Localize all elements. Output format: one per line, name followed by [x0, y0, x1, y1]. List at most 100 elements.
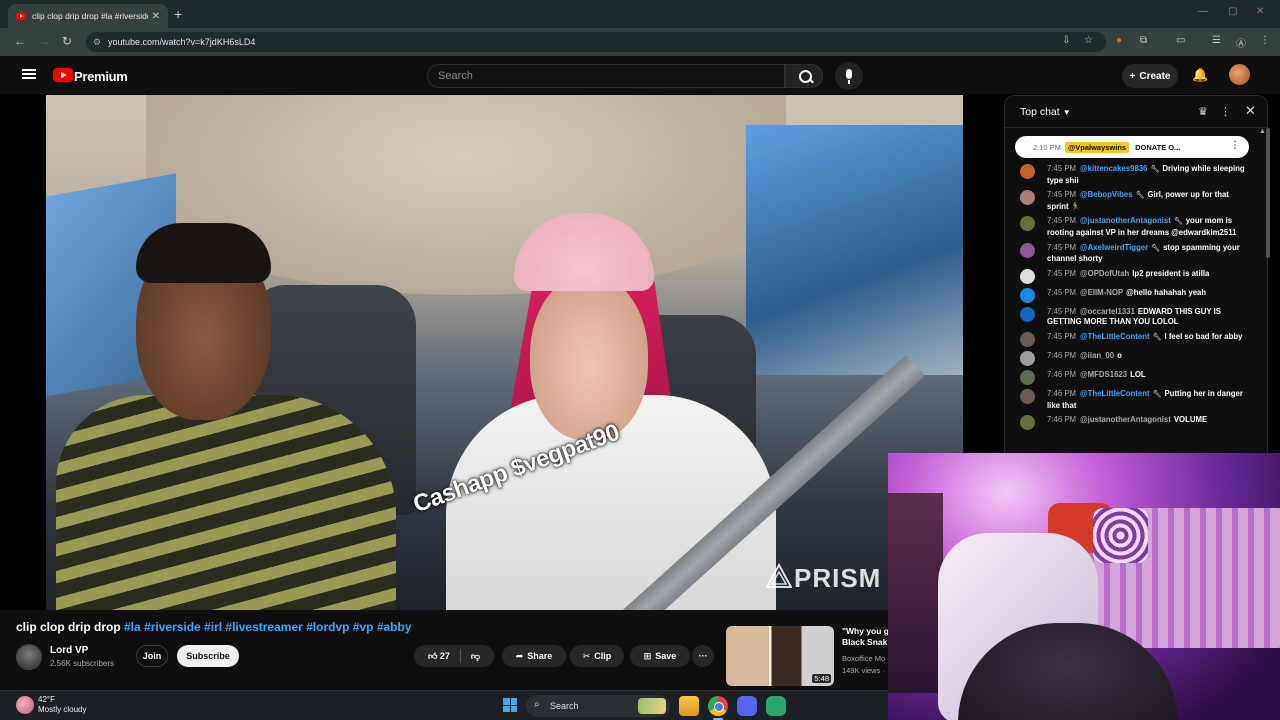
chat-message-author[interactable]: @justanotherAntagonist [1080, 415, 1171, 424]
pinned-author[interactable]: @Vpalwayswins [1064, 141, 1130, 153]
like-button[interactable]: 👍︎ 27 [428, 651, 450, 662]
close-window-icon[interactable]: ✕ [1256, 6, 1264, 17]
video-player[interactable]: Cashapp $vegpat90 PRISM [46, 95, 963, 610]
chat-message-author[interactable]: @occartel1331 [1080, 307, 1135, 316]
new-tab-icon[interactable]: + [174, 6, 182, 22]
weather-temperature[interactable]: 42°F [38, 695, 55, 704]
recommended-video-title[interactable]: "Why you g Black Snak [842, 626, 888, 648]
profile-icon[interactable]: Ⓐ [1236, 35, 1246, 50]
chat-author-avatar[interactable] [1020, 216, 1035, 232]
chat-message-author[interactable]: @AxelweirdTigger [1080, 243, 1148, 252]
thumbs-down-icon[interactable]: 👎︎ [471, 651, 480, 662]
extension-icon[interactable]: ● [1116, 35, 1122, 46]
weather-description[interactable]: Mostly cloudy [38, 705, 86, 714]
file-explorer-icon[interactable] [679, 696, 699, 716]
forward-icon[interactable]: → [38, 34, 50, 48]
site-info-icon[interactable]: ⚙ [93, 37, 101, 48]
chat-message[interactable]: 7:45 PM @AxelweirdTigger 🔧︎ stop spamming y… [1005, 241, 1257, 267]
create-label: Create [1139, 70, 1171, 82]
weather-icon[interactable] [16, 696, 34, 714]
video-title: clip clop drip drop #la #riverside #irl … [16, 620, 412, 634]
browser-tab[interactable]: clip clop drip drop #la #riverside ✕ [8, 4, 168, 28]
chat-scrollbar[interactable] [1266, 128, 1270, 258]
channel-name[interactable]: Lord VP [50, 645, 88, 656]
chat-header: Top chat ▼ ♛ ⋮ ✕ [1005, 96, 1267, 128]
chat-message[interactable]: 7:46 PM @iian_00 o [1005, 349, 1257, 368]
crown-icon[interactable]: ♛ [1198, 105, 1208, 118]
chat-author-avatar[interactable] [1020, 268, 1035, 284]
search-input[interactable]: Search [427, 64, 785, 88]
browser-menu-icon[interactable]: ⋮ [1260, 35, 1270, 46]
chat-message[interactable]: 7:45 PM @occartel1331 EDWARD THIS GUY IS G… [1005, 305, 1257, 330]
chat-author-avatar[interactable] [1020, 388, 1035, 404]
windows-start-icon[interactable] [503, 698, 517, 712]
youtube-premium-logo-text[interactable]: Premium [74, 69, 128, 84]
reload-icon[interactable]: ↻ [62, 34, 72, 48]
save-button[interactable]: ⊞ Save [630, 645, 690, 667]
chat-message-author[interactable]: @kittencakes9836 [1080, 164, 1147, 173]
chat-author-avatar[interactable] [1020, 415, 1035, 431]
subscribe-button[interactable]: Subscribe [177, 645, 239, 667]
chat-message-author[interactable]: @OPDofUtah [1080, 269, 1129, 278]
chat-mode-dropdown[interactable]: Top chat ▼ [1020, 106, 1071, 118]
account-avatar[interactable] [1229, 64, 1250, 85]
chat-message-author[interactable]: @justanotherAntagonist [1080, 216, 1171, 225]
chat-message-author[interactable]: @MFDS1623 [1080, 370, 1127, 379]
chat-author-avatar[interactable] [1020, 331, 1035, 347]
chat-message[interactable]: 7:46 PM @justanotherAntagonist VOLUME [1005, 413, 1257, 432]
sidebar-icon[interactable]: ☰ [1212, 35, 1221, 46]
chat-message[interactable]: 7:45 PM @EllM-NOP @hello hahahah yeah [1005, 286, 1257, 305]
recommended-video-thumbnail[interactable]: 5:48 [726, 626, 834, 686]
search-icon[interactable] [785, 64, 823, 88]
chat-author-avatar[interactable] [1020, 164, 1035, 179]
youtube-logo-icon[interactable] [53, 68, 73, 82]
chat-message[interactable]: 7:45 PM @justanotherAntagonist 🔧︎ your mom … [1005, 214, 1257, 240]
chat-message-author[interactable]: @TheLittleContent [1080, 389, 1150, 398]
install-app-icon[interactable]: ⇩ [1062, 35, 1070, 46]
chat-author-avatar[interactable] [1020, 287, 1035, 303]
close-tab-icon[interactable]: ✕ [152, 11, 160, 22]
chat-message[interactable]: 7:45 PM @BebopVibes 🔧︎ Girl, power up for t… [1005, 188, 1257, 214]
create-button[interactable]: + Create [1122, 64, 1178, 88]
taskbar-search[interactable]: ⌕ Search [526, 695, 670, 717]
maximize-icon[interactable]: ▢ [1228, 6, 1237, 17]
video-hashtags[interactable]: #la #riverside #irl #livestreamer #lordv… [124, 620, 412, 634]
minimize-icon[interactable]: — [1198, 6, 1208, 17]
more-actions-icon[interactable]: ··· [692, 645, 714, 667]
app-icon[interactable] [766, 696, 786, 716]
chat-author-avatar[interactable] [1020, 350, 1035, 366]
chat-message[interactable]: 7:46 PM @TheLittleContent 🔧︎ Putting her in… [1005, 387, 1257, 413]
chat-author-avatar[interactable] [1020, 306, 1035, 322]
back-icon[interactable]: ← [14, 34, 26, 48]
notifications-bell-icon[interactable]: 🔔 [1192, 67, 1208, 83]
bookmark-star-icon[interactable]: ☆ [1084, 35, 1093, 46]
chrome-icon[interactable] [708, 696, 728, 716]
chat-author-avatar[interactable] [1020, 242, 1035, 258]
hamburger-menu-icon[interactable] [22, 69, 36, 79]
channel-avatar[interactable] [16, 644, 42, 670]
chat-message[interactable]: 7:45 PM @OPDofUtah lp2 president is atilla [1005, 267, 1257, 286]
pinned-message[interactable]: 2:10 PM @Vpalwayswins DONATE O... ⋮ [1015, 136, 1249, 158]
chat-message-author[interactable]: @EllM-NOP [1080, 288, 1123, 297]
address-bar[interactable]: ⚙ youtube.com/watch?v=k7jdKH6sLD4 [86, 32, 1106, 52]
pinned-menu-icon[interactable]: ⋮ [1230, 140, 1240, 151]
discord-icon[interactable] [737, 696, 757, 716]
more-options-icon[interactable]: ⋮ [1220, 105, 1231, 118]
join-button[interactable]: Join [136, 645, 168, 667]
taskbar-search-label: Search [550, 701, 579, 711]
chat-message[interactable]: 7:45 PM @TheLittleContent 🔧︎ I feel so bad … [1005, 330, 1257, 349]
chat-message[interactable]: 7:45 PM @kittencakes9836 🔧︎ Driving while s… [1005, 162, 1257, 188]
clip-button[interactable]: ✂ Clip [570, 645, 624, 667]
chat-scroll-up-icon[interactable]: ▲ [1259, 128, 1266, 135]
close-chat-icon[interactable]: ✕ [1245, 103, 1256, 119]
chat-message[interactable]: 7:46 PM @MFDS1623 LOL [1005, 368, 1257, 387]
chat-author-avatar[interactable] [1020, 190, 1035, 206]
cast-icon[interactable]: ▭ [1176, 35, 1185, 46]
chat-message-author[interactable]: @iian_00 [1080, 351, 1114, 360]
chat-message-author[interactable]: @TheLittleContent [1080, 332, 1150, 341]
share-button[interactable]: ➦ Share [502, 645, 566, 667]
chat-author-avatar[interactable] [1020, 369, 1035, 385]
chat-message-author[interactable]: @BebopVibes [1080, 190, 1133, 199]
voice-search-icon[interactable] [835, 62, 863, 90]
extensions-puzzle-icon[interactable]: ⧉ [1140, 35, 1147, 46]
